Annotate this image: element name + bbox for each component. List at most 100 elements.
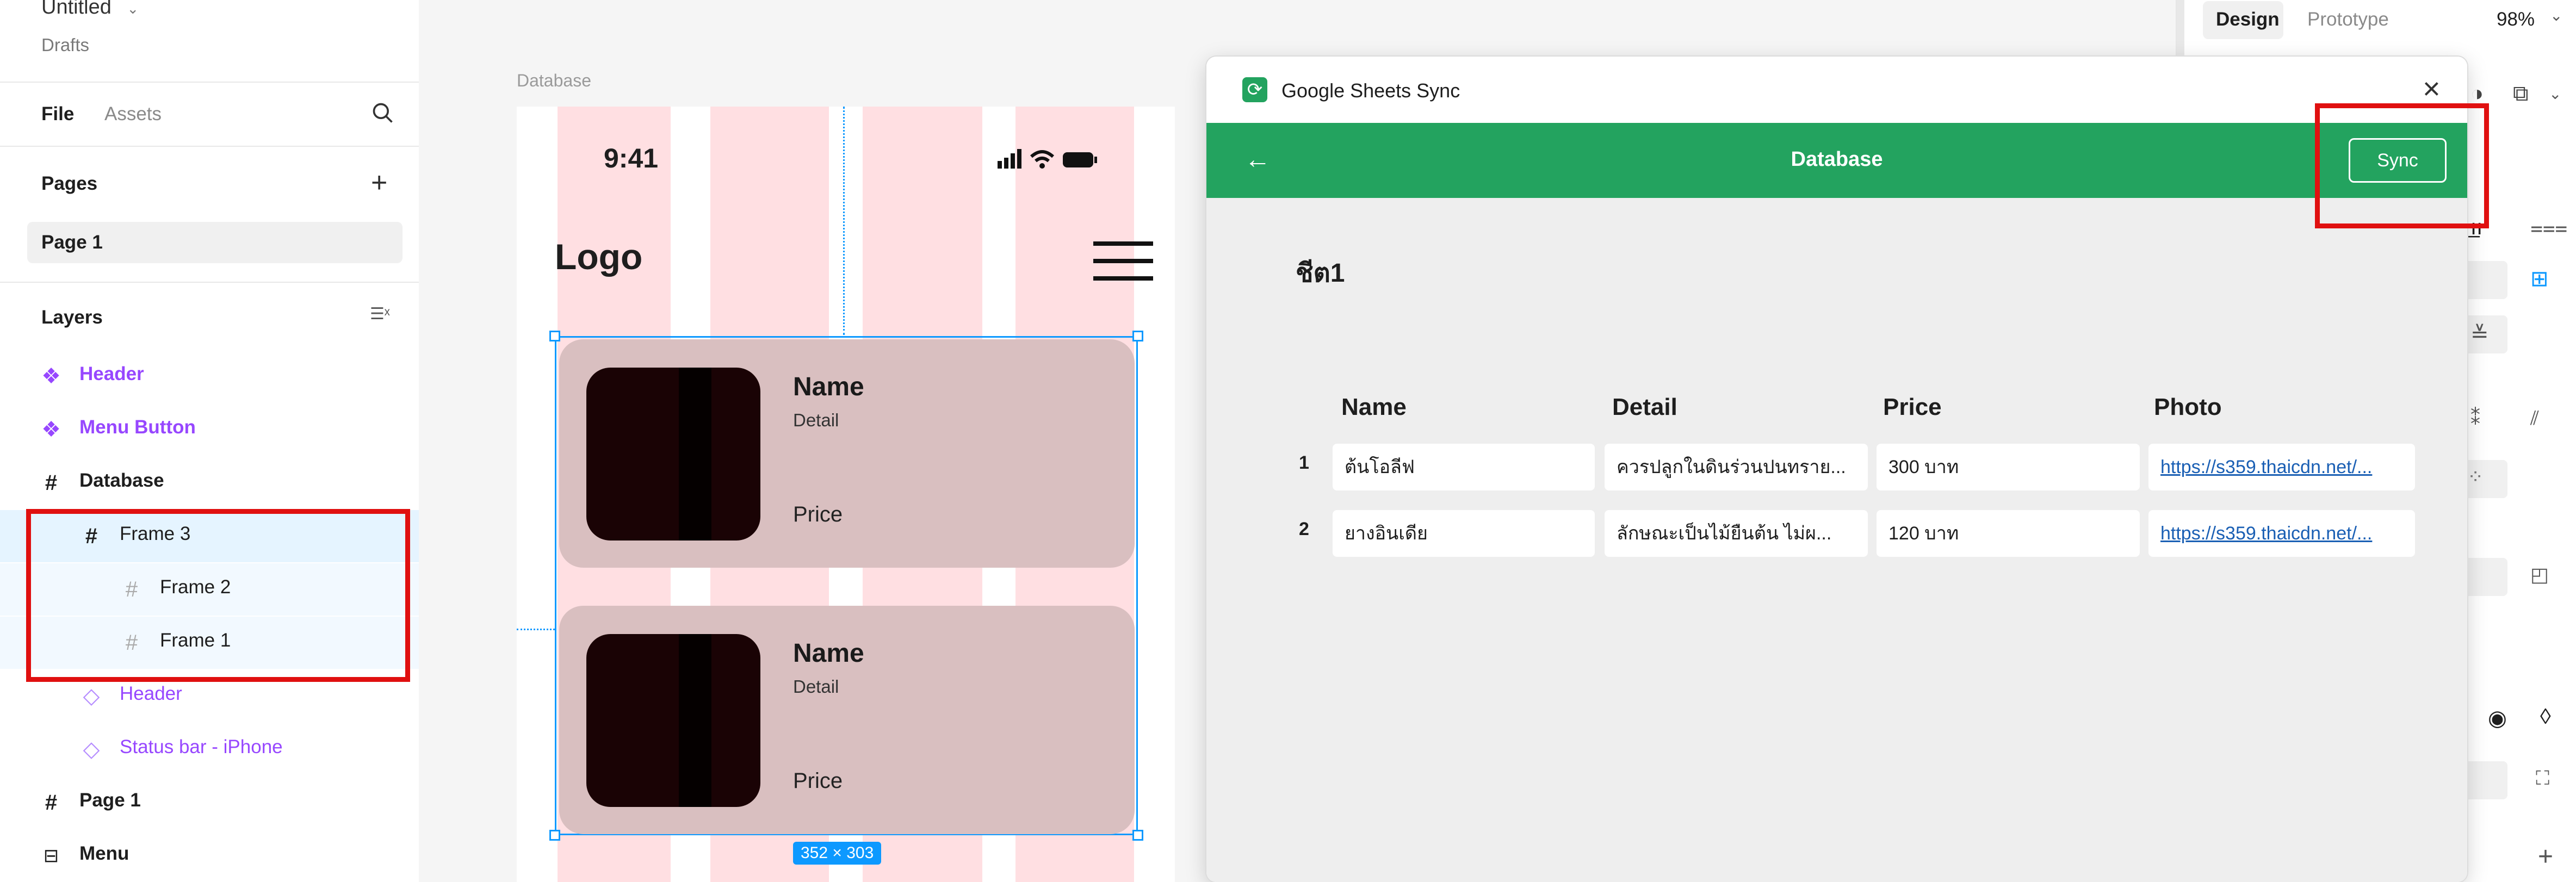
layer-label: Menu Button <box>79 417 196 438</box>
page-item-page-1[interactable]: Page 1 <box>27 222 403 263</box>
tab-file[interactable]: File <box>41 103 74 125</box>
cell-detail[interactable]: ลักษณะเป็นไม้ยืนต้น ไม่ผ... <box>1605 510 1868 557</box>
layers-heading: Layers <box>41 307 103 328</box>
column-header-price: Price <box>1883 394 1942 420</box>
cell-price[interactable]: 300 บาท <box>1877 444 2140 490</box>
highlight-frame-layers <box>26 509 410 682</box>
resize-handle[interactable] <box>549 331 560 341</box>
spacing-guide <box>517 629 555 630</box>
collapse-layers-icon[interactable]: ☰ˣ <box>370 305 390 324</box>
plugin-header-bar: ← Database Sync <box>1206 123 2467 198</box>
layer-label: Header <box>120 683 182 704</box>
close-icon[interactable]: × <box>2423 71 2441 106</box>
status-time: 9:41 <box>604 143 659 173</box>
row-index: 1 <box>1299 452 1309 473</box>
frame-icon: # <box>45 790 58 815</box>
file-location: Drafts <box>41 35 90 55</box>
resize-icon[interactable]: ⁑ <box>2470 407 2480 430</box>
resize-handle[interactable] <box>1132 331 1143 341</box>
cell-detail[interactable]: ควรปลูกในดินร่วนปนทราย... <box>1605 444 1868 490</box>
spacing-guide <box>843 107 845 335</box>
add-icon[interactable]: + <box>2538 842 2553 872</box>
layer-database[interactable]: # Database <box>0 457 419 509</box>
cell-photo-link[interactable]: https://s359.thaicdn.net/... <box>2148 510 2415 557</box>
vertical-spacing-icon: ≚ <box>2470 322 2489 346</box>
search-icon[interactable] <box>371 101 395 128</box>
component-icon: ❖ <box>41 364 61 388</box>
sheet-preview: ชีต1 Name Detail Price Photo 1 ต้นโอลีฟ … <box>1206 198 2467 882</box>
tab-design[interactable]: Design <box>2216 9 2280 30</box>
expand-icon[interactable]: ⛶ <box>2536 767 2549 790</box>
product-card[interactable]: Name Detail Price <box>559 339 1135 568</box>
pages-heading: Pages <box>41 173 98 194</box>
plugin-title: Google Sheets Sync <box>1281 79 1460 102</box>
layer-label: Page 1 <box>79 790 141 811</box>
theme-icon[interactable]: ◑ <box>2470 82 2484 106</box>
chevron-down-icon[interactable]: ⌄ <box>127 1 139 17</box>
blend-mode-icon[interactable]: ◊ <box>2540 705 2551 729</box>
sheet-name: ชีต1 <box>1296 259 1345 288</box>
eye-icon[interactable]: ◉ <box>2488 706 2507 731</box>
product-image <box>586 368 760 541</box>
divider <box>0 282 419 283</box>
page-item-label: Page 1 <box>41 232 103 253</box>
card-detail: Detail <box>793 410 839 430</box>
layer-label: Header <box>79 363 144 384</box>
add-page-icon[interactable]: + <box>371 166 387 199</box>
layer-label: Status bar - iPhone <box>120 736 283 757</box>
card-name: Name <box>793 639 864 668</box>
cell-name[interactable]: ต้นโอลีฟ <box>1333 444 1595 490</box>
layer-label: Menu <box>79 843 129 864</box>
column-header-name: Name <box>1341 394 1407 420</box>
cell-price[interactable]: 120 บาท <box>1877 510 2140 557</box>
chevron-down-icon[interactable]: ⌄ <box>2550 7 2562 24</box>
layer-menu[interactable]: ⊟ Menu <box>0 830 419 882</box>
tab-prototype[interactable]: Prototype <box>2307 9 2389 30</box>
phone-frame-database[interactable]: 9:41 Logo Name Detail Price Name Detail … <box>517 107 1175 882</box>
card-detail: Detail <box>793 676 839 697</box>
section-icon: ⊟ <box>43 846 59 866</box>
constraint-icon[interactable]: ⊞ <box>2530 266 2549 291</box>
header-title: Database <box>1791 148 1883 171</box>
cell-name[interactable]: ยางอินเดีย <box>1333 510 1595 557</box>
layer-label: Database <box>79 470 164 491</box>
row-index: 2 <box>1299 519 1309 539</box>
column-header-detail: Detail <box>1612 394 1677 420</box>
file-title[interactable]: Untitled ⌄ <box>41 0 139 19</box>
export-icon[interactable]: ⧉ <box>2513 82 2529 106</box>
layer-page-1[interactable]: # Page 1 <box>0 777 419 829</box>
instance-icon: ◇ <box>83 684 100 708</box>
grid-icon: ⁘ <box>2467 465 2484 488</box>
card-price: Price <box>793 502 843 526</box>
plugin-titlebar: ⟳ Google Sheets Sync × <box>1206 57 2467 123</box>
divider <box>0 82 419 83</box>
layer-menu-button[interactable]: ❖ Menu Button <box>0 403 419 456</box>
layer-header-component[interactable]: ❖ Header <box>0 350 419 402</box>
resize-handle[interactable] <box>1132 830 1143 841</box>
instance-icon: ◇ <box>83 737 100 761</box>
highlight-sync-button <box>2315 103 2489 228</box>
cell-photo-link[interactable]: https://s359.thaicdn.net/... <box>2148 444 2415 490</box>
distribute-icon[interactable]: ⩶ <box>2530 215 2567 240</box>
product-image <box>586 634 760 807</box>
resize-handle[interactable] <box>549 830 560 841</box>
product-card[interactable]: Name Detail Price <box>559 606 1135 834</box>
component-icon: ❖ <box>41 418 61 442</box>
sync-app-icon: ⟳ <box>1242 77 1267 102</box>
layer-status-bar[interactable]: ◇ Status bar - iPhone <box>0 723 419 775</box>
auto-layout-icon[interactable]: ⫽ <box>2530 407 2539 430</box>
size-badge: 352 × 303 <box>793 842 882 865</box>
chevron-down-icon[interactable]: ⌄ <box>2549 85 2561 103</box>
file-title-text: Untitled <box>41 0 112 18</box>
zoom-level[interactable]: 98% <box>2497 9 2535 30</box>
panel-splitter[interactable] <box>2177 0 2184 60</box>
column-header-photo: Photo <box>2154 394 2222 420</box>
frame-label[interactable]: Database <box>517 71 591 91</box>
tab-assets[interactable]: Assets <box>104 103 162 125</box>
hamburger-menu-icon[interactable] <box>1093 239 1153 285</box>
logo: Logo <box>555 237 643 277</box>
corner-radius-icon[interactable]: ◰ <box>2530 563 2549 586</box>
divider <box>0 146 419 147</box>
layers-sidebar: Untitled ⌄ Drafts File Assets Pages + Pa… <box>0 0 420 882</box>
card-price: Price <box>793 769 843 793</box>
